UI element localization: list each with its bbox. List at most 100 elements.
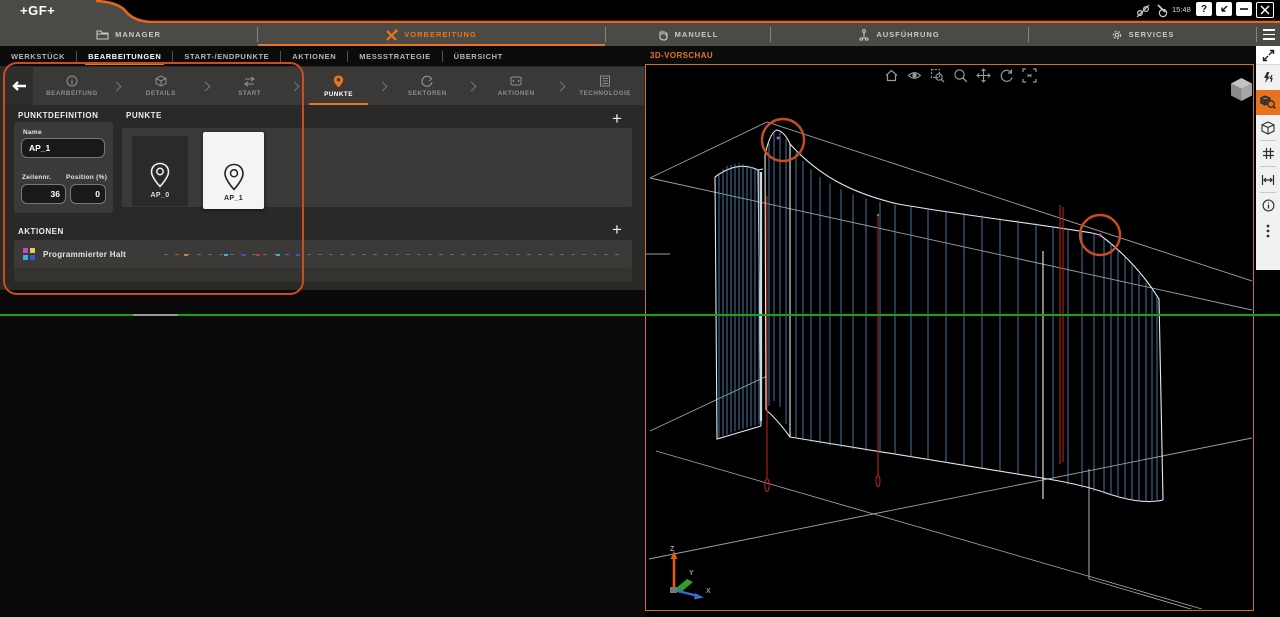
help-button[interactable]: ? <box>1196 2 1212 16</box>
tab-manager[interactable]: MANAGER <box>0 23 257 46</box>
close-button[interactable] <box>1256 2 1274 18</box>
tab-manuell[interactable]: MANUELL <box>605 23 770 46</box>
line-number-label: Zeilennr. <box>22 174 51 181</box>
action-row[interactable]: Programmierter Halt <box>14 240 632 268</box>
info-button[interactable] <box>1256 193 1280 218</box>
minimize-button[interactable] <box>1236 2 1252 16</box>
wizard-step-start[interactable]: START <box>211 67 289 105</box>
flash-icon <box>1262 71 1275 85</box>
fit-view-icon[interactable] <box>1022 68 1037 83</box>
subtab-start-endpunkte[interactable]: START-/ENDPUNKTE <box>173 46 280 66</box>
tab-label: MANUELL <box>675 30 719 39</box>
subtab-werkstueck[interactable]: WERKSTÜCK <box>0 46 76 66</box>
action-label: Programmierter Halt <box>43 250 126 259</box>
wizard-step-label: SEKTOREN <box>408 90 447 97</box>
chevron-right-icon <box>378 81 388 91</box>
action-type-icon <box>23 248 35 260</box>
viewport-toolbar <box>884 68 1037 83</box>
view-eye-icon[interactable] <box>907 68 922 83</box>
folder-icon <box>96 29 109 40</box>
measure-button[interactable] <box>1256 167 1280 192</box>
left-empty-area <box>0 290 645 617</box>
wizard-step-technologie[interactable]: TECHNOLOGIE <box>566 67 644 105</box>
name-input[interactable]: AP_1 <box>21 138 105 158</box>
punkte-title: PUNKTE <box>126 111 162 120</box>
subtab-uebersicht[interactable]: ÜBERSICHT <box>443 46 514 66</box>
zoom-icon[interactable] <box>953 68 968 83</box>
wizard-step-details[interactable]: DETAILS <box>122 67 200 105</box>
punktdefinition-panel: Name AP_1 Zeilennr. Position (%) 36 0 <box>14 122 113 213</box>
probe-status-icon <box>1155 4 1169 18</box>
gf-logo: +GF+ <box>0 0 112 23</box>
flash-tool-button[interactable] <box>1256 65 1280 90</box>
pin-icon <box>333 75 344 88</box>
wireframe-model <box>646 65 1252 609</box>
add-action-button[interactable]: + <box>612 221 622 238</box>
start-arrows-icon <box>243 76 256 87</box>
point-card-ap1[interactable]: AP_1 <box>203 132 264 209</box>
subtab-bearbeitungen[interactable]: BEARBEITUNGEN <box>77 46 172 66</box>
home-icon[interactable] <box>884 68 899 83</box>
timeline-tick <box>276 254 280 256</box>
action-row-empty <box>14 268 632 282</box>
kebab-menu-icon <box>1266 224 1270 238</box>
axis-y-label: Y <box>689 570 694 577</box>
point-card-ap0[interactable]: AP_0 <box>132 136 188 206</box>
model-view-button[interactable] <box>1256 115 1280 140</box>
zoom-window-icon[interactable] <box>930 68 945 83</box>
axis-x-label: X <box>706 588 711 595</box>
titlebar: +GF+ 15:48 ? <box>0 0 1280 23</box>
rotate-icon[interactable] <box>999 68 1014 83</box>
pan-icon[interactable] <box>976 68 991 83</box>
timeline-tick <box>184 254 188 256</box>
wizard-step-label: START <box>238 90 261 97</box>
app-root: +GF+ 15:48 ? MANAGER <box>0 0 1280 617</box>
green-marker <box>877 214 879 216</box>
selected-tab-underline <box>258 44 605 47</box>
left-content: BEARBEITUNG DETAILS START <box>0 66 645 290</box>
name-label: Name <box>23 129 42 136</box>
close-icon <box>1260 5 1270 15</box>
wizard-step-bearbeitung[interactable]: BEARBEITUNG <box>33 67 111 105</box>
preview-3d-viewport[interactable]: Z Y X <box>645 64 1254 611</box>
axis-triad: Z Y X <box>656 543 718 603</box>
add-point-button[interactable]: + <box>612 110 622 127</box>
restore-icon <box>1219 4 1229 14</box>
punkte-list: AP_0 AP_1 <box>122 128 632 207</box>
timeline-tick <box>242 254 246 256</box>
grey-line-segment <box>133 314 178 316</box>
tab-ausfuehrung[interactable]: AUSFÜHRUNG <box>770 23 1028 46</box>
subtab-aktionen[interactable]: AKTIONEN <box>281 46 347 66</box>
tab-divider <box>605 27 606 42</box>
back-button[interactable] <box>5 67 33 105</box>
cube-icon <box>155 75 167 87</box>
tab-divider <box>1256 27 1257 42</box>
measure-icon <box>1261 174 1275 186</box>
expand-panel-button[interactable] <box>1256 46 1280 65</box>
blade-outline <box>715 130 1163 502</box>
subtab-messstrategie[interactable]: MESSSTRATEGIE <box>348 46 441 66</box>
wizard-step-punkte[interactable]: PUNKTE <box>300 67 378 105</box>
grid-toggle-button[interactable] <box>1256 141 1280 166</box>
position-input[interactable]: 0 <box>70 184 106 204</box>
chevron-right-icon <box>467 81 477 91</box>
tab-services[interactable]: SERVICES <box>1028 23 1257 46</box>
wizard-step-label: AKTIONEN <box>498 90 535 97</box>
back-arrow-icon <box>11 81 27 91</box>
ruling-lines <box>719 133 1157 502</box>
sectors-icon <box>421 75 433 87</box>
machine-icon <box>858 29 870 41</box>
wizard-step-sektoren[interactable]: SEKTOREN <box>388 67 466 105</box>
tab-label: VORBEREITUNG <box>404 30 476 39</box>
z-reference-line <box>0 314 1280 316</box>
inspect-model-button[interactable] <box>1256 90 1280 115</box>
restore-button[interactable] <box>1216 2 1232 16</box>
line-number-input[interactable]: 36 <box>21 184 66 204</box>
view-cube[interactable] <box>1229 77 1254 102</box>
expand-icon <box>1262 49 1275 62</box>
gf-logo-text: +GF+ <box>20 3 55 18</box>
wizard-step-aktionen[interactable]: AKTIONEN <box>477 67 555 105</box>
menu-button[interactable] <box>1257 23 1280 46</box>
tab-divider <box>770 27 771 42</box>
more-options-button[interactable] <box>1256 218 1280 243</box>
